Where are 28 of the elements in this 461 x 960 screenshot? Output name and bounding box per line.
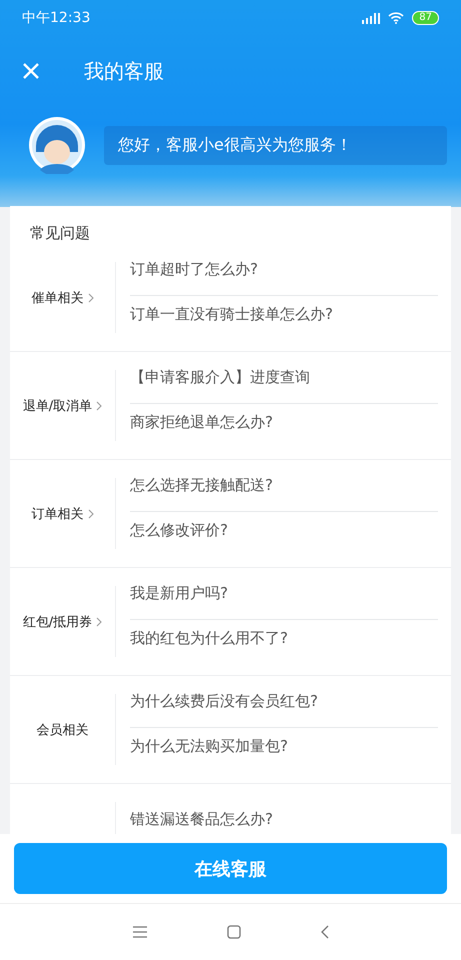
question-link[interactable]: 怎么选择无接触配送? — [130, 476, 273, 495]
question-link[interactable]: 商家拒绝退单怎么办? — [130, 412, 273, 432]
category-label[interactable]: 订单相关 — [32, 504, 84, 522]
question-link[interactable]: 错送漏送餐品怎么办? — [130, 810, 273, 829]
signal-icon — [362, 12, 380, 24]
menu-icon[interactable] — [132, 926, 146, 938]
back-icon[interactable] — [320, 925, 328, 939]
category-label[interactable]: 会员相关 — [36, 720, 88, 738]
question-link[interactable]: 【申请客服介入】进度查询 — [130, 368, 310, 387]
category-label[interactable]: 退单/取消单 — [22, 396, 92, 414]
status-time: 中午12:33 — [22, 9, 90, 27]
battery-icon: 87 — [412, 11, 439, 25]
question-link[interactable]: 怎么修改评价? — [130, 520, 228, 540]
question-link[interactable]: 为什么无法购买加量包? — [130, 736, 288, 756]
question-link[interactable]: 我是新用户吗? — [130, 584, 228, 603]
section-title: 常见问题 — [29, 223, 91, 244]
question-link[interactable]: 为什么续费后没有会员红包? — [130, 692, 318, 711]
avatar-icon — [28, 116, 86, 174]
question-link[interactable]: 我的红包为什么用不了? — [130, 628, 288, 648]
category-label[interactable]: 红包/抵用券 — [22, 612, 92, 630]
home-icon[interactable] — [226, 925, 240, 939]
question-link[interactable]: 订单一直没有骑士接单怎么办? — [130, 304, 333, 324]
wifi-icon — [388, 12, 404, 24]
page-title: 我的客服 — [84, 58, 164, 84]
category-label[interactable]: 催单相关 — [32, 288, 84, 306]
question-link[interactable]: 订单超时了怎么办? — [130, 260, 258, 279]
close-icon[interactable] — [22, 62, 40, 80]
greeting-bubble: 您好，客服小e很高兴为您服务！ — [104, 126, 447, 164]
